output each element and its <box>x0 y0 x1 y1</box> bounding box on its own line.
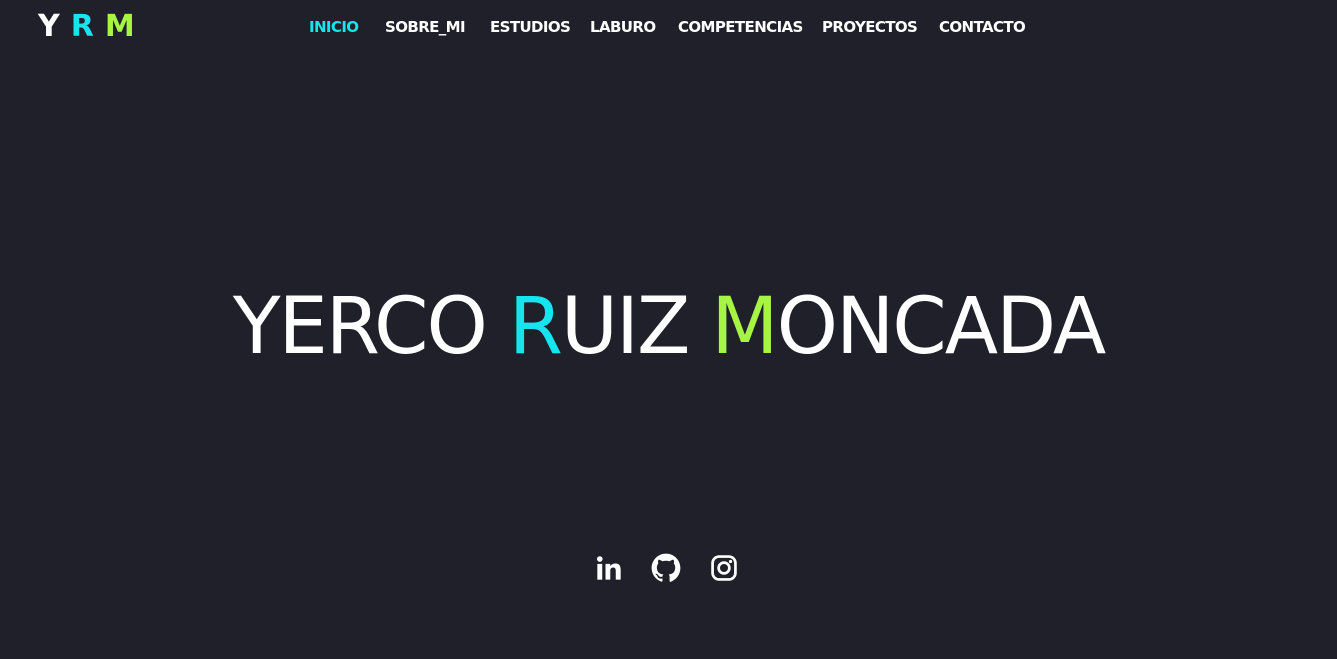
main-nav: INICIO SOBRE_MI ESTUDIOS LABURO COMPETEN… <box>0 13 1337 41</box>
hero-title-accent-m: M <box>711 282 778 372</box>
page: Y R M INICIO SOBRE_MI ESTUDIOS LABURO CO… <box>0 0 1337 659</box>
instagram-link[interactable] <box>706 550 742 586</box>
instagram-icon <box>711 555 737 581</box>
social-links <box>0 550 1337 586</box>
nav-item-estudios[interactable]: ESTUDIOS <box>490 13 571 41</box>
nav-item-inicio[interactable]: INICIO <box>309 13 359 41</box>
hero-title-part-2: UIZ <box>560 282 712 372</box>
nav-item-contacto[interactable]: CONTACTO <box>939 13 1026 41</box>
nav-item-competencias[interactable]: COMPETENCIAS <box>678 13 803 41</box>
hero-title-part-1: YERCO <box>232 282 509 372</box>
nav-item-laburo[interactable]: LABURO <box>590 13 656 41</box>
github-link[interactable] <box>648 550 684 586</box>
hero-title-accent-r: R <box>508 282 563 372</box>
nav-item-proyectos[interactable]: PROYECTOS <box>822 13 918 41</box>
hero-title-part-3: ONCADA <box>776 282 1107 372</box>
hero-title: YERCO RUIZ MONCADA <box>0 280 1337 374</box>
linkedin-icon <box>596 556 621 580</box>
nav-item-sobre-mi[interactable]: SOBRE_MI <box>385 13 466 41</box>
github-icon <box>651 553 681 582</box>
linkedin-link[interactable] <box>591 550 627 586</box>
